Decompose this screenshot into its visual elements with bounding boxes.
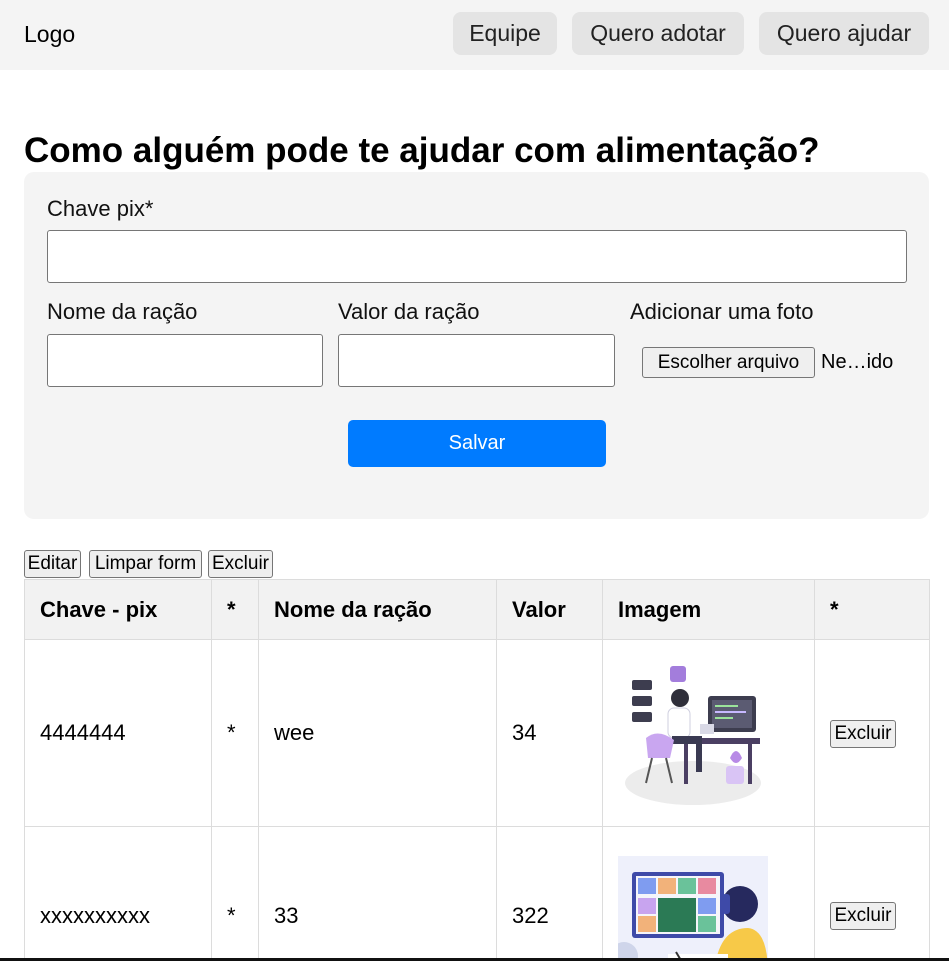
table-row: xxxxxxxxxx * 33 322 Excluir <box>24 826 930 961</box>
photo-label: Adicionar uma foto <box>630 299 814 324</box>
pix-label: Chave pix* <box>47 196 154 221</box>
top-nav: Logo Equipe Quero adotar Quero ajudar <box>0 0 949 70</box>
ration-name-label: Nome da ração <box>47 299 198 324</box>
cell-image <box>602 826 815 961</box>
cell-pix: 4444444 <box>24 639 212 827</box>
nav-quero-adotar-button[interactable]: Quero adotar <box>572 12 744 55</box>
edit-button[interactable]: Editar <box>24 550 81 578</box>
ration-value-input[interactable] <box>338 334 615 387</box>
page: Logo Equipe Quero adotar Quero ajudar Co… <box>0 0 949 961</box>
cell-pix: xxxxxxxxxx <box>24 826 212 961</box>
food-help-form: Chave pix* Nome da ração Valor da ração … <box>24 172 929 519</box>
header-actions: * <box>814 579 930 640</box>
header-image: Imagem <box>602 579 815 640</box>
developer-at-desk-illustration <box>625 666 761 805</box>
pix-input[interactable] <box>47 230 907 283</box>
cell-ration-name: wee <box>258 639 497 827</box>
table-header-row: Chave - pix * Nome da ração Valor Imagem… <box>24 579 930 640</box>
nav-equipe-button[interactable]: Equipe <box>453 12 557 55</box>
nav-quero-ajudar-button[interactable]: Quero ajudar <box>759 12 929 55</box>
ration-name-input[interactable] <box>47 334 323 387</box>
header-value: Valor <box>496 579 603 640</box>
delete-button[interactable]: Excluir <box>208 550 273 578</box>
header-star: * <box>211 579 259 640</box>
row-delete-button[interactable]: Excluir <box>830 902 896 930</box>
cell-ration-name: 33 <box>258 826 497 961</box>
cell-actions: Excluir <box>814 826 930 961</box>
donations-table: Chave - pix * Nome da ração Valor Imagem… <box>24 579 930 961</box>
cell-value: 322 <box>496 826 603 961</box>
cell-actions: Excluir <box>814 639 930 827</box>
cell-star: * <box>211 826 259 961</box>
header-ration-name: Nome da ração <box>258 579 497 640</box>
cell-star: * <box>211 639 259 827</box>
cell-image <box>602 639 815 827</box>
logo[interactable]: Logo <box>24 20 75 48</box>
cell-value: 34 <box>496 639 603 827</box>
clear-form-button[interactable]: Limpar form <box>89 550 202 578</box>
file-status-text: Ne…ido <box>821 351 894 373</box>
header-pix: Chave - pix <box>24 579 212 640</box>
video-call-illustration <box>618 855 768 961</box>
row-delete-button[interactable]: Excluir <box>830 719 896 748</box>
choose-file-button[interactable]: Escolher arquivo <box>642 347 815 378</box>
page-title: Como alguém pode te ajudar com alimentaç… <box>24 131 820 170</box>
save-button[interactable]: Salvar <box>348 420 606 467</box>
table-row: 4444444 * wee 34 Excluir <box>24 639 930 827</box>
ration-value-label: Valor da ração <box>338 299 480 324</box>
